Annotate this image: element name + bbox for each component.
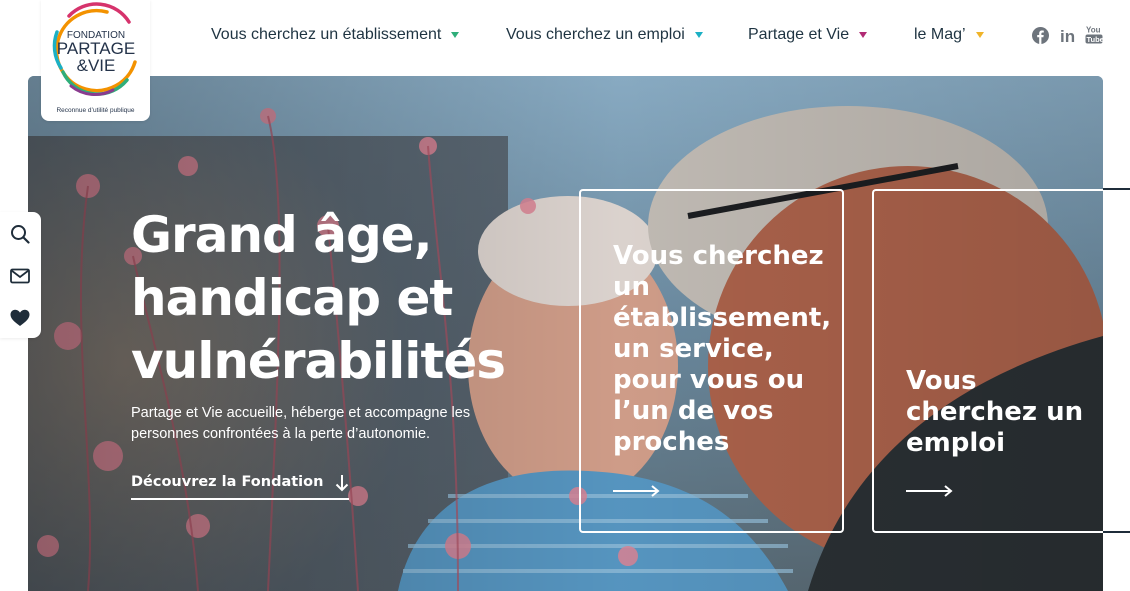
nav-item-label: le Mag’ xyxy=(914,26,966,43)
mail-icon[interactable] xyxy=(8,264,32,288)
nav-item-le-mag[interactable]: le Mag’ xyxy=(914,26,984,44)
chevron-down-icon xyxy=(975,32,984,38)
card-etablissement[interactable]: Vous cherchez un établissement, un servi… xyxy=(579,189,844,533)
hero-title-line: Grand âge, xyxy=(131,206,433,264)
site-header: Vous cherchez un établissement Vous cher… xyxy=(0,0,1130,76)
chevron-down-icon xyxy=(451,32,460,38)
arrow-right-icon xyxy=(906,485,953,497)
hero-title-line: handicap et xyxy=(131,269,453,327)
hero-title: Grand âge, handicap et vulnérabilités xyxy=(131,204,551,393)
carousel-edge-line xyxy=(1103,188,1130,190)
heart-icon[interactable] xyxy=(8,306,32,330)
nav-item-label: Partage et Vie xyxy=(748,26,850,43)
hero-subtitle: Partage et Vie accueille, héberge et acc… xyxy=(131,405,471,442)
linkedin-icon-text: in xyxy=(1060,27,1075,44)
nav-item-partage-et-vie[interactable]: Partage et Vie xyxy=(748,26,868,44)
hero-title-line: vulnérabilités xyxy=(131,332,506,390)
logo-tagline: Reconnue d’utilité publique xyxy=(56,107,135,114)
linkedin-icon[interactable]: in xyxy=(1058,26,1076,44)
youtube-icon-text-top: You xyxy=(1086,26,1101,35)
facebook-icon[interactable] xyxy=(1031,26,1049,44)
side-toolbar xyxy=(0,212,41,338)
card-emploi-text: Vous cherchez un emploi xyxy=(906,366,1084,458)
site-logo[interactable]: FONDATION PARTAGE &VIE Reconnue d’utilit… xyxy=(41,0,150,121)
nav-item-etablissement[interactable]: Vous cherchez un établissement xyxy=(211,26,460,44)
logo-mark: FONDATION PARTAGE &VIE xyxy=(52,2,137,97)
arrow-right-icon xyxy=(613,485,660,497)
chevron-down-icon xyxy=(859,32,868,38)
nav-item-label: Vous cherchez un emploi xyxy=(506,26,685,43)
carousel-edge-line xyxy=(1103,531,1130,533)
search-icon[interactable] xyxy=(8,222,32,246)
chevron-down-icon xyxy=(694,32,703,38)
card-etablissement-text: Vous cherchez un établissement, un servi… xyxy=(613,241,832,457)
discover-foundation-label: Découvrez la Fondation xyxy=(131,474,324,490)
discover-foundation-link[interactable]: Découvrez la Fondation xyxy=(131,474,349,500)
nav-item-emploi[interactable]: Vous cherchez un emploi xyxy=(506,26,703,44)
nav-item-label: Vous cherchez un établissement xyxy=(211,26,442,43)
hero-banner: Grand âge, handicap et vulnérabilités Pa… xyxy=(28,76,1103,591)
card-emploi[interactable]: Vous cherchez un emploi xyxy=(872,189,1103,533)
youtube-icon-text-bottom: Tube xyxy=(1087,35,1104,44)
logo-line3: &VIE xyxy=(77,56,116,75)
arrow-down-icon xyxy=(335,475,349,492)
youtube-icon[interactable]: You Tube xyxy=(1085,25,1103,45)
